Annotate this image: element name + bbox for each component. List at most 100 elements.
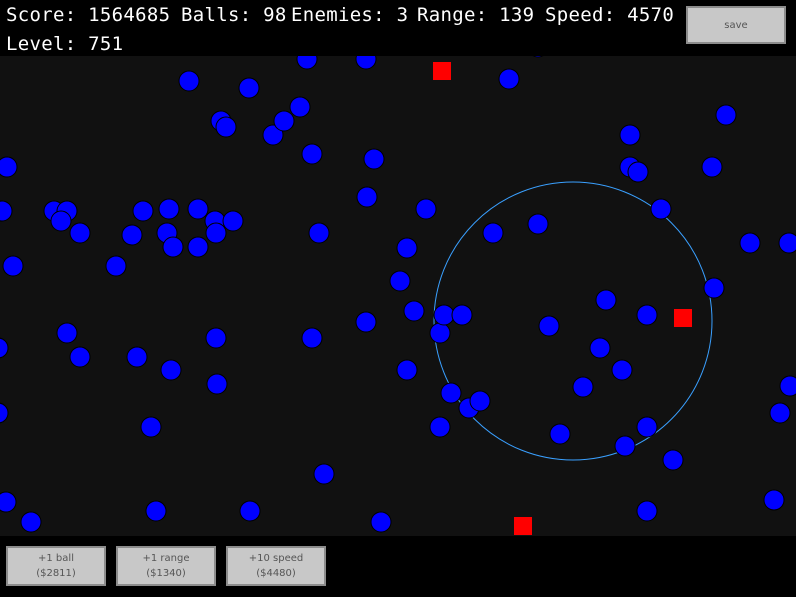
buy-speed-price: ($4480)	[256, 568, 296, 579]
ball	[527, 213, 549, 235]
ball	[572, 376, 594, 398]
buy-ball-price: ($2811)	[36, 568, 76, 579]
buy-speed-button[interactable]: +10 speed ($4480)	[226, 546, 326, 586]
ball	[273, 110, 295, 132]
ball	[415, 198, 437, 220]
ball	[158, 198, 180, 220]
ball	[145, 500, 167, 522]
ball	[403, 300, 425, 322]
ball	[56, 322, 78, 344]
enemies-readout: Enemies: 3	[291, 4, 409, 26]
level-readout: Level: 751	[6, 33, 124, 55]
ball	[238, 77, 260, 99]
enemy-block[interactable]	[514, 517, 532, 535]
ball	[429, 322, 451, 344]
ball	[589, 337, 611, 359]
ball	[662, 449, 684, 471]
range-ring	[433, 181, 713, 461]
ball	[614, 435, 636, 457]
ball	[636, 500, 658, 522]
game-field[interactable]	[0, 56, 796, 536]
ball	[498, 68, 520, 90]
ball	[619, 124, 641, 146]
ball	[187, 236, 209, 258]
ball	[451, 304, 473, 326]
ball	[20, 511, 42, 533]
ball	[440, 382, 462, 404]
ball	[363, 148, 385, 170]
enemy-block[interactable]	[433, 62, 451, 80]
ball	[769, 402, 791, 424]
ball	[215, 116, 237, 138]
ball	[763, 489, 785, 511]
buy-range-label: +1 range	[142, 553, 190, 564]
ball	[627, 161, 649, 183]
ball	[162, 236, 184, 258]
ball	[396, 359, 418, 381]
ball	[50, 210, 72, 232]
ball	[538, 315, 560, 337]
ball	[205, 327, 227, 349]
ball	[301, 143, 323, 165]
ball	[187, 198, 209, 220]
ball	[69, 222, 91, 244]
buy-range-button[interactable]: +1 range ($1340)	[116, 546, 216, 586]
score-readout: Score: 1564685	[6, 4, 171, 26]
ball	[0, 200, 13, 222]
ball	[778, 232, 796, 254]
ball	[370, 511, 392, 533]
ball	[355, 56, 377, 70]
ball	[703, 277, 725, 299]
buy-range-price: ($1340)	[146, 568, 186, 579]
game-canvas[interactable]	[0, 56, 796, 536]
buy-ball-button[interactable]: +1 ball ($2811)	[6, 546, 106, 586]
ball	[69, 346, 91, 368]
ball	[355, 311, 377, 333]
ball	[739, 232, 761, 254]
ball	[636, 304, 658, 326]
ball	[396, 237, 418, 259]
ball	[205, 222, 227, 244]
ball	[105, 255, 127, 277]
hud: Score: 1564685 Balls: 98 Enemies: 3 Rang…	[0, 0, 796, 56]
buy-speed-label: +10 speed	[248, 553, 304, 564]
ball	[0, 337, 9, 359]
ball	[206, 373, 228, 395]
ball	[239, 500, 261, 522]
ball	[308, 222, 330, 244]
speed-readout: Speed: 4570	[545, 4, 675, 26]
save-button[interactable]: save	[686, 6, 786, 44]
ball	[222, 210, 244, 232]
ball	[0, 402, 9, 424]
ball	[532, 56, 544, 58]
ball	[701, 156, 723, 178]
range-readout: Range: 139	[417, 4, 535, 26]
ball	[549, 423, 571, 445]
ball	[178, 70, 200, 92]
ball	[140, 416, 162, 438]
ball	[121, 224, 143, 246]
balls-readout: Balls: 98	[181, 4, 287, 26]
ball	[289, 96, 311, 118]
ball	[160, 359, 182, 381]
ball	[296, 56, 318, 70]
ball	[132, 200, 154, 222]
ball	[356, 186, 378, 208]
ball	[0, 156, 18, 178]
ball	[0, 491, 17, 513]
ball	[313, 463, 335, 485]
ball	[611, 359, 633, 381]
enemy-block[interactable]	[674, 309, 692, 327]
ball	[389, 270, 411, 292]
shop-bar: +1 ball ($2811) +1 range ($1340) +10 spe…	[0, 536, 796, 597]
buy-ball-label: +1 ball	[38, 553, 74, 564]
ball	[779, 375, 796, 397]
ball	[433, 304, 455, 326]
ball	[595, 289, 617, 311]
ball	[636, 416, 658, 438]
ball	[715, 104, 737, 126]
ball	[429, 416, 451, 438]
ball	[482, 222, 504, 244]
ball	[469, 390, 491, 412]
ball	[650, 198, 672, 220]
